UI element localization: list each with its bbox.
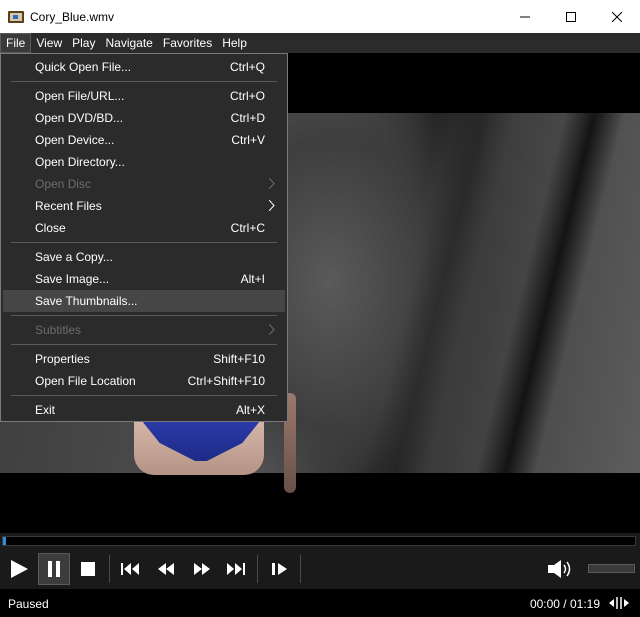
menu-item-open-directory[interactable]: Open Directory... xyxy=(1,151,287,173)
menu-navigate[interactable]: Navigate xyxy=(100,33,157,53)
minimize-icon xyxy=(520,16,530,17)
menu-item-subtitles: Subtitles xyxy=(1,319,287,341)
time-display: 00:00 / 01:19 xyxy=(529,597,600,611)
menu-item-open-file-location[interactable]: Open File Location Ctrl+Shift+F10 xyxy=(1,370,287,392)
menu-item-save-image[interactable]: Save Image... Alt+I xyxy=(1,268,287,290)
pause-icon xyxy=(48,561,60,577)
menu-file[interactable]: File xyxy=(0,33,32,53)
submenu-arrow-icon xyxy=(269,324,275,335)
fast-forward-icon xyxy=(194,563,210,575)
stop-icon xyxy=(81,562,95,576)
menu-favorites[interactable]: Favorites xyxy=(158,33,217,53)
skip-forward-icon xyxy=(227,563,245,575)
film-strip-icon xyxy=(8,9,24,25)
maximize-button[interactable] xyxy=(548,0,594,33)
file-menu-dropdown: Quick Open File... Ctrl+Q Open File/URL.… xyxy=(0,53,288,422)
frame-step-icon xyxy=(272,563,287,575)
menu-item-save-copy[interactable]: Save a Copy... xyxy=(1,246,287,268)
rewind-button[interactable] xyxy=(150,553,182,585)
stop-button[interactable] xyxy=(72,553,104,585)
status-bar: Paused 00:00 / 01:19 xyxy=(0,589,640,617)
maximize-icon xyxy=(566,11,576,22)
network-activity-icon xyxy=(609,597,629,609)
window-title: Cory_Blue.wmv xyxy=(30,9,115,24)
control-divider xyxy=(300,555,301,583)
menu-item-quick-open[interactable]: Quick Open File... Ctrl+Q xyxy=(1,56,287,78)
menu-play[interactable]: Play xyxy=(67,33,100,53)
skip-back-icon xyxy=(121,563,139,575)
title-bar: Cory_Blue.wmv xyxy=(0,0,640,33)
close-button[interactable] xyxy=(594,0,640,33)
menu-item-close[interactable]: Close Ctrl+C xyxy=(1,217,287,239)
frame-step-button[interactable] xyxy=(264,553,296,585)
menu-separator xyxy=(1,341,287,348)
window-controls xyxy=(502,0,640,33)
submenu-arrow-icon xyxy=(269,200,275,211)
seek-progress xyxy=(3,537,6,545)
seekbar-container xyxy=(0,533,640,549)
menu-view[interactable]: View xyxy=(31,33,67,53)
menu-separator xyxy=(1,78,287,85)
play-icon xyxy=(11,560,28,578)
menu-item-recent-files[interactable]: Recent Files xyxy=(1,195,287,217)
menu-item-open-device[interactable]: Open Device... Ctrl+V xyxy=(1,129,287,151)
menu-separator xyxy=(1,392,287,399)
menu-help[interactable]: Help xyxy=(217,33,252,53)
menu-item-open-disc: Open Disc xyxy=(1,173,287,195)
menu-item-exit[interactable]: Exit Alt+X xyxy=(1,399,287,421)
minimize-button[interactable] xyxy=(502,0,548,33)
seek-bar[interactable] xyxy=(2,536,636,546)
mute-button[interactable] xyxy=(544,553,576,585)
fast-forward-button[interactable] xyxy=(186,553,218,585)
menu-separator xyxy=(1,312,287,319)
playback-state: Paused xyxy=(8,597,49,611)
menu-bar: File View Play Navigate Favorites Help xyxy=(0,33,640,53)
control-divider xyxy=(257,555,258,583)
play-button[interactable] xyxy=(3,553,35,585)
pause-button[interactable] xyxy=(38,553,70,585)
volume-icon xyxy=(548,560,571,578)
rewind-icon xyxy=(158,563,174,575)
menu-item-properties[interactable]: Properties Shift+F10 xyxy=(1,348,287,370)
menu-item-save-thumbnails[interactable]: Save Thumbnails... xyxy=(3,290,285,312)
submenu-arrow-icon xyxy=(269,178,275,189)
playback-controls xyxy=(0,549,640,589)
close-icon xyxy=(612,11,622,22)
skip-forward-button[interactable] xyxy=(220,553,252,585)
menu-item-open-dvd[interactable]: Open DVD/BD... Ctrl+D xyxy=(1,107,287,129)
skip-back-button[interactable] xyxy=(114,553,146,585)
menu-separator xyxy=(1,239,287,246)
volume-slider[interactable] xyxy=(588,564,635,573)
menu-item-open-file[interactable]: Open File/URL... Ctrl+O xyxy=(1,85,287,107)
control-divider xyxy=(109,555,110,583)
